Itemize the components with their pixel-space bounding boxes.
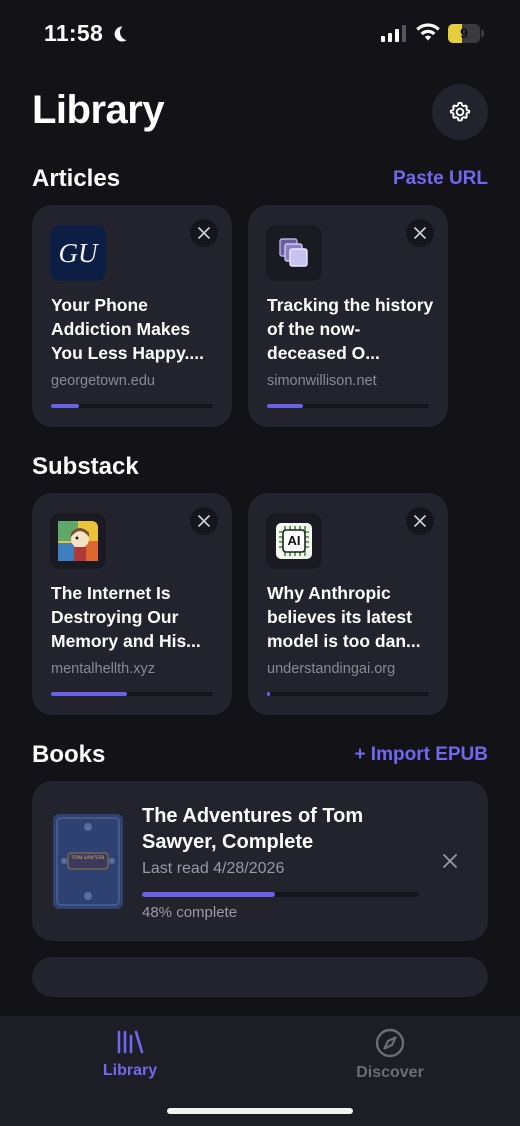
gear-icon bbox=[449, 101, 471, 122]
article-title: Your Phone Addiction Makes You Less Happ… bbox=[51, 295, 204, 363]
status-bar: 11:58 9 bbox=[0, 0, 520, 70]
home-indicator bbox=[167, 1108, 353, 1114]
substack-section-header: Substack bbox=[32, 453, 488, 481]
georgetown-logo-text: GU bbox=[58, 237, 98, 268]
book-progress-track bbox=[142, 892, 419, 897]
substack-card[interactable]: AI Why Anthropic believes its latest mod… bbox=[248, 493, 448, 715]
book-progress-bar bbox=[142, 892, 275, 897]
substack-domain: understandingai.org bbox=[267, 661, 396, 677]
book-progress-label: 48% complete bbox=[142, 904, 238, 921]
substack-title: Substack bbox=[32, 453, 139, 480]
remove-article-button[interactable] bbox=[406, 219, 434, 247]
book-card-partial[interactable] bbox=[32, 957, 488, 997]
library-icon bbox=[117, 1030, 144, 1054]
article-progress-track bbox=[51, 404, 213, 408]
compass-icon bbox=[375, 1028, 405, 1058]
article-card[interactable]: Tracking the history of the now-deceased… bbox=[248, 205, 448, 427]
remove-substack-button[interactable] bbox=[190, 507, 218, 535]
substack-post-title: Why Anthropic believes its latest model … bbox=[267, 583, 421, 651]
wifi-icon bbox=[416, 23, 440, 41]
book-title: The Adventures of Tom Sawyer, Complete bbox=[142, 805, 364, 853]
remove-substack-button[interactable] bbox=[406, 507, 434, 535]
tab-library-label: Library bbox=[102, 1062, 158, 1079]
book-cover-text: TOM SAWYER bbox=[71, 856, 105, 861]
article-title: Tracking the history of the now-deceased… bbox=[267, 295, 434, 363]
colorful-portrait-icon bbox=[50, 513, 106, 569]
remove-article-button[interactable] bbox=[190, 219, 218, 247]
battery-icon: 9 bbox=[448, 24, 484, 43]
article-card[interactable]: GU Your Phone Addiction Makes You Less H… bbox=[32, 205, 232, 427]
close-icon bbox=[198, 227, 210, 239]
book-cover-image: TOM SAWYER bbox=[53, 814, 123, 909]
georgetown-logo-icon: GU bbox=[50, 225, 106, 281]
articles-title: Articles bbox=[32, 165, 121, 192]
remove-book-button[interactable] bbox=[438, 849, 462, 873]
settings-button[interactable] bbox=[432, 84, 488, 140]
close-icon bbox=[443, 854, 457, 868]
article-domain: simonwillison.net bbox=[267, 373, 377, 389]
stacked-squares-icon bbox=[266, 225, 322, 281]
page-title: Library bbox=[32, 88, 165, 132]
battery-level-text: 9 bbox=[460, 25, 468, 41]
moon-icon bbox=[114, 25, 127, 41]
library-screen: 11:58 9 Library Articles Paste URL GU Yo… bbox=[0, 0, 520, 1126]
substack-progress-bar bbox=[51, 692, 128, 696]
paste-url-button[interactable]: Paste URL bbox=[393, 168, 488, 190]
substack-progress-track bbox=[267, 692, 429, 696]
close-icon bbox=[414, 515, 426, 527]
ai-chip-icon: AI bbox=[266, 513, 322, 569]
cellular-signal-icon bbox=[381, 24, 406, 42]
substack-domain: mentalhellth.xyz bbox=[51, 661, 155, 677]
clock-text: 11:58 bbox=[44, 20, 104, 46]
books-section-header: Books + Import EPUB bbox=[32, 741, 488, 769]
import-epub-button[interactable]: + Import EPUB bbox=[354, 744, 488, 766]
substack-progress-track bbox=[51, 692, 213, 696]
articles-section-header: Articles Paste URL bbox=[32, 165, 488, 193]
substack-card[interactable]: The Internet Is Destroying Our Memory an… bbox=[32, 493, 232, 715]
tab-discover-label: Discover bbox=[356, 1064, 424, 1081]
article-progress-bar bbox=[267, 404, 303, 408]
ai-chip-label: AI bbox=[287, 533, 301, 548]
book-last-read: Last read 4/28/2026 bbox=[142, 860, 285, 877]
article-progress-bar bbox=[51, 404, 79, 408]
books-title: Books bbox=[32, 741, 106, 768]
book-card[interactable]: TOM SAWYER The Adventures of Tom Sawyer,… bbox=[32, 781, 488, 941]
article-progress-track bbox=[267, 404, 429, 408]
tab-discover[interactable]: Discover bbox=[320, 1028, 460, 1082]
close-icon bbox=[198, 515, 210, 527]
article-domain: georgetown.edu bbox=[51, 373, 155, 389]
status-time: 11:58 bbox=[44, 20, 129, 47]
close-icon bbox=[414, 227, 426, 239]
tab-library[interactable]: Library bbox=[60, 1028, 200, 1080]
substack-progress-bar bbox=[267, 692, 271, 696]
substack-post-title: The Internet Is Destroying Our Memory an… bbox=[51, 583, 201, 651]
